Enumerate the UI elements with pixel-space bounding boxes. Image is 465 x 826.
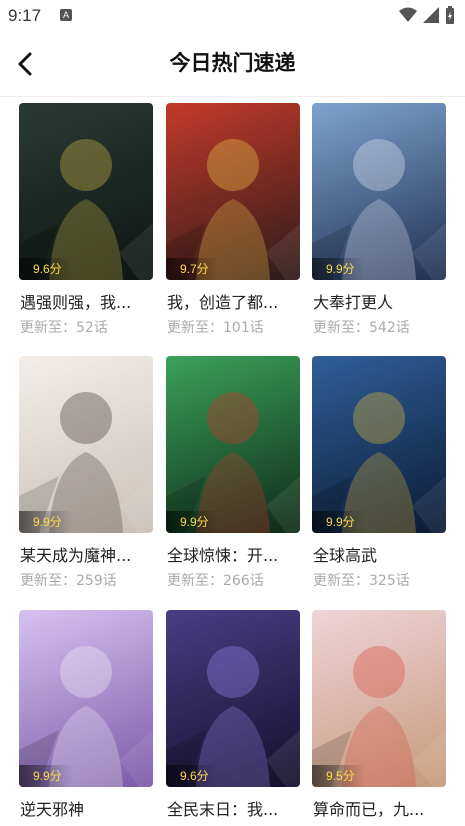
signal-icon — [423, 7, 439, 23]
comic-card[interactable]: 9.9分大奉打更人更新至：542话 — [312, 103, 446, 343]
notification-icon: A — [60, 9, 72, 21]
comic-card[interactable]: 9.9分某天成为魔神... 更新至：259话 — [19, 356, 153, 596]
comic-update-status: 更新至：259话 — [20, 573, 117, 589]
cover-art-icon — [19, 646, 153, 787]
cover-art-icon — [166, 139, 300, 280]
comic-cover[interactable]: 9.5分 — [312, 610, 446, 787]
score-badge: 9.9分 — [166, 511, 219, 533]
cover-art-icon — [312, 646, 446, 787]
comic-update-status: 更新至：325话 — [313, 573, 410, 589]
comic-card[interactable]: 9.5分算命而已，九... — [312, 610, 446, 826]
comic-cover[interactable]: 9.9分 — [312, 356, 446, 533]
comic-title[interactable]: 大奉打更人 — [313, 289, 447, 313]
comic-card[interactable]: 9.6分遇强则强，我... 更新至：52话 — [19, 103, 153, 343]
comic-cover[interactable]: 9.6分 — [166, 610, 300, 787]
comic-update-status: 更新至：52话 — [20, 320, 108, 336]
comic-cover[interactable]: 9.7分 — [166, 103, 300, 280]
cover-art-icon — [19, 392, 153, 533]
battery-icon — [446, 6, 454, 24]
score-badge: 9.6分 — [166, 765, 219, 787]
comic-cover[interactable]: 9.9分 — [312, 103, 446, 280]
comic-title[interactable]: 算命而已，九... — [313, 796, 447, 820]
comic-grid: 9.6分 遇强则强，我... 更新至：52话 9.7分 我，创造了都... 更新至：101… — [0, 97, 465, 826]
status-time: 9:17 — [8, 6, 42, 25]
comic-title[interactable]: 某天成为魔神... — [20, 542, 154, 566]
comic-card[interactable]: 9.9分全球惊悚：开... 更新至：266话 — [166, 356, 300, 596]
comic-title[interactable]: 逆天邪神 — [20, 796, 154, 820]
status-bar: 9:17 A — [0, 0, 465, 32]
comic-title[interactable]: 全球高武 — [313, 542, 447, 566]
comic-cover[interactable]: 9.9分 — [19, 356, 153, 533]
cover-art-icon — [166, 646, 300, 787]
comic-card[interactable]: 9.6分全民末日：我... — [166, 610, 300, 826]
comic-cover[interactable]: 9.6分 — [19, 103, 153, 280]
comic-card[interactable]: 9.9分逆天邪神 — [19, 610, 153, 826]
comic-update-status: 更新至：266话 — [167, 573, 264, 589]
cover-art-icon — [19, 139, 153, 280]
comic-cover[interactable]: 9.9分 — [19, 610, 153, 787]
comic-update-status: 更新至：101话 — [167, 320, 264, 336]
score-badge: 9.6分 — [19, 258, 72, 280]
comic-title[interactable]: 全球惊悚：开... — [167, 542, 301, 566]
wifi-icon — [399, 7, 417, 22]
comic-title[interactable]: 全民末日：我... — [167, 796, 301, 820]
comic-title[interactable]: 遇强则强，我... — [20, 289, 154, 313]
cover-art-icon — [312, 139, 446, 280]
score-badge: 9.9分 — [312, 258, 365, 280]
score-badge: 9.7分 — [166, 258, 219, 280]
comic-card[interactable]: 9.7分我，创造了都... 更新至：101话 — [166, 103, 300, 343]
score-badge: 9.5分 — [312, 765, 365, 787]
status-icons — [399, 6, 455, 24]
score-badge: 9.9分 — [312, 511, 365, 533]
comic-title[interactable]: 我，创造了都... — [167, 289, 301, 313]
app-bar: 今日热门速递 — [0, 32, 465, 97]
cover-art-icon — [312, 392, 446, 533]
score-badge: 9.9分 — [19, 765, 72, 787]
comic-update-status: 更新至：542话 — [313, 320, 410, 336]
page-title: 今日热门速递 — [169, 51, 296, 75]
comic-card[interactable]: 9.9分全球高武更新至：325话 — [312, 356, 446, 596]
comic-cover[interactable]: 9.9分 — [166, 356, 300, 533]
score-badge: 9.9分 — [19, 511, 72, 533]
cover-art-icon — [166, 392, 300, 533]
